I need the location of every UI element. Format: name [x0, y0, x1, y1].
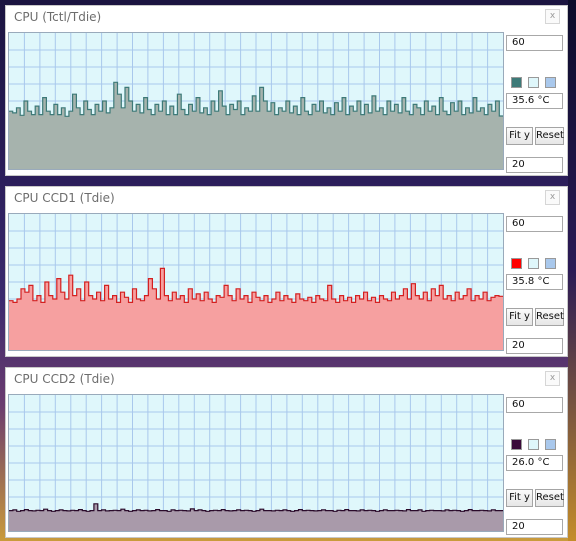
graph-side-controls: 60 26.0 °C Fit y Reset 20 [506, 368, 566, 539]
y-min-field[interactable]: 20 [506, 519, 563, 535]
graph-canvas [9, 395, 503, 531]
desktop-wallpaper-strip [568, 0, 576, 541]
background-color-swatch[interactable] [528, 258, 539, 269]
current-value-readout: 26.0 °C [506, 455, 563, 471]
fit-y-button[interactable]: Fit y [506, 489, 533, 507]
reset-button[interactable]: Reset [535, 127, 564, 145]
line-color-swatch[interactable] [511, 77, 522, 88]
fit-y-button[interactable]: Fit y [506, 308, 533, 326]
background-color-swatch[interactable] [528, 439, 539, 450]
graph-side-controls: 60 35.6 °C Fit y Reset 20 [506, 6, 566, 177]
sensor-graph-panel-cpu-ccd2: CPU CCD2 (Tdie) x 60 26.0 °C Fit y Reset… [5, 367, 568, 538]
graph-side-controls: 60 35.8 °C Fit y Reset 20 [506, 187, 566, 358]
y-max-field[interactable]: 60 [506, 35, 563, 51]
reset-button[interactable]: Reset [535, 489, 564, 507]
grid-color-swatch[interactable] [545, 439, 556, 450]
fit-y-button[interactable]: Fit y [506, 127, 533, 145]
current-value-readout: 35.6 °C [506, 93, 563, 109]
grid-color-swatch[interactable] [545, 258, 556, 269]
panel-title: CPU CCD2 (Tdie) [14, 372, 115, 386]
graph-plot-area [8, 32, 504, 170]
graph-canvas [9, 33, 503, 169]
sensor-graph-panel-cpu-tctl: CPU (Tctl/Tdie) x 60 35.6 °C Fit y Reset… [5, 5, 568, 176]
panel-title: CPU CCD1 (Tdie) [14, 191, 115, 205]
graph-plot-area [8, 394, 504, 532]
y-max-field[interactable]: 60 [506, 397, 563, 413]
line-color-swatch[interactable] [511, 258, 522, 269]
background-color-swatch[interactable] [528, 77, 539, 88]
reset-button[interactable]: Reset [535, 308, 564, 326]
graph-canvas [9, 214, 503, 350]
graph-plot-area [8, 213, 504, 351]
y-min-field[interactable]: 20 [506, 338, 563, 354]
grid-color-swatch[interactable] [545, 77, 556, 88]
y-max-field[interactable]: 60 [506, 216, 563, 232]
sensor-graph-panel-cpu-ccd1: CPU CCD1 (Tdie) x 60 35.8 °C Fit y Reset… [5, 186, 568, 357]
current-value-readout: 35.8 °C [506, 274, 563, 290]
panel-title: CPU (Tctl/Tdie) [14, 10, 102, 24]
line-color-swatch[interactable] [511, 439, 522, 450]
y-min-field[interactable]: 20 [506, 157, 563, 173]
